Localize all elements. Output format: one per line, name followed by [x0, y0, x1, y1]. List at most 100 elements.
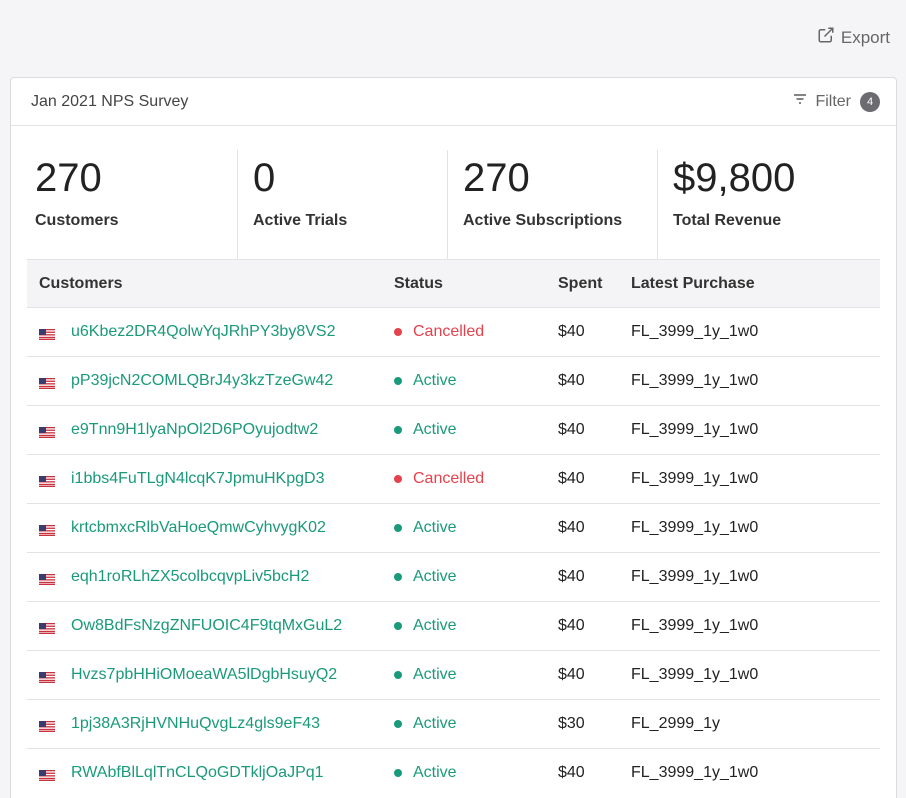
stat-active-subscriptions: 270 Active Subscriptions: [447, 150, 657, 259]
status-label: Active: [413, 715, 457, 732]
table-row[interactable]: 1pj38A3RjHVNHuQvgLz4gls9eF43 Active $30 FL_…: [27, 699, 880, 748]
status-cell: Cancelled: [394, 323, 558, 341]
latest-purchase-cell: FL_3999_1y_1w0: [631, 764, 759, 781]
latest-purchase-cell: FL_2999_1y: [631, 715, 720, 732]
stat-value: 270: [463, 156, 530, 200]
table-row[interactable]: i1bbs4FuTLgN4lcqK7JpmuHKpgD3 Cancelled $40…: [27, 454, 880, 503]
stat-value: $9,800: [673, 156, 796, 200]
table-row[interactable]: Ow8BdFsNzgZNFUOIC4F9tqMxGuL2 Active $40 FL_…: [27, 601, 880, 650]
column-header-latest-purchase[interactable]: Latest Purchase: [631, 275, 880, 293]
stat-label: Active Subscriptions: [463, 212, 623, 229]
customer-cell: RWAbfBlLqlTnCLQoGDTkljOaJPq1: [27, 764, 394, 782]
customer-id-link[interactable]: Hvzs7pbHHiOMoeaWA5lDgbHsuyQ2: [71, 666, 337, 684]
table-row[interactable]: e9Tnn9H1lyaNpOl2D6POyujodtw2 Active $40 FL_…: [27, 405, 880, 454]
status-cell: Active: [394, 372, 558, 390]
status-label: Active: [413, 519, 457, 536]
status-dot-icon: [394, 524, 402, 532]
customer-cell: eqh1roRLhZX5colbcqvpLiv5bcH2: [27, 568, 394, 586]
status-label: Active: [413, 617, 457, 634]
status-dot-icon: [394, 720, 402, 728]
filter-button[interactable]: Filter 4: [792, 91, 880, 112]
spent-cell: $40: [558, 617, 585, 634]
table-row[interactable]: Hvzs7pbHHiOMoeaWA5lDgbHsuyQ2 Active $40 FL_…: [27, 650, 880, 699]
stat-active-trials: 0 Active Trials: [237, 150, 447, 259]
status-cell: Active: [394, 519, 558, 537]
stat-label: Customers: [35, 212, 119, 229]
customer-id-link[interactable]: pP39jcN2COMLQBrJ4y3kzTzeGw42: [71, 372, 333, 390]
stat-customers: 270 Customers: [27, 150, 237, 259]
table-row[interactable]: RWAbfBlLqlTnCLQoGDTkljOaJPq1 Active $40 FL_…: [27, 748, 880, 797]
us-flag-icon: [39, 719, 55, 732]
latest-purchase-cell: FL_3999_1y_1w0: [631, 519, 759, 536]
spent-cell: $40: [558, 323, 585, 340]
stat-value: 270: [35, 156, 102, 200]
us-flag-icon: [39, 474, 55, 487]
customer-id-link[interactable]: e9Tnn9H1lyaNpOl2D6POyujodtw2: [71, 421, 318, 439]
export-button[interactable]: Export: [817, 26, 890, 49]
survey-card: Jan 2021 NPS Survey Filter 4 270 Custome…: [10, 77, 897, 798]
status-dot-icon: [394, 671, 402, 679]
status-dot-icon: [394, 769, 402, 777]
table-row[interactable]: pP39jcN2COMLQBrJ4y3kzTzeGw42 Active $40 FL_…: [27, 356, 880, 405]
status-label: Cancelled: [413, 470, 485, 487]
status-dot-icon: [394, 573, 402, 581]
customer-cell: Ow8BdFsNzgZNFUOIC4F9tqMxGuL2: [27, 617, 394, 635]
latest-purchase-cell: FL_3999_1y_1w0: [631, 470, 759, 487]
filter-label: Filter: [815, 92, 851, 110]
status-dot-icon: [394, 622, 402, 630]
status-label: Active: [413, 421, 457, 438]
stat-total-revenue: $9,800 Total Revenue: [657, 150, 867, 259]
spent-cell: $40: [558, 568, 585, 585]
status-dot-icon: [394, 426, 402, 434]
filter-count-badge: 4: [860, 91, 880, 112]
latest-purchase-cell: FL_3999_1y_1w0: [631, 666, 759, 683]
stat-label: Total Revenue: [673, 212, 782, 229]
column-header-customers[interactable]: Customers: [27, 275, 394, 293]
customer-id-link[interactable]: RWAbfBlLqlTnCLQoGDTkljOaJPq1: [71, 764, 324, 782]
spent-cell: $40: [558, 764, 585, 781]
status-dot-icon: [394, 475, 402, 483]
latest-purchase-cell: FL_3999_1y_1w0: [631, 372, 759, 389]
status-cell: Active: [394, 421, 558, 439]
stat-value: 0: [253, 156, 276, 200]
us-flag-icon: [39, 621, 55, 634]
customer-id-link[interactable]: i1bbs4FuTLgN4lcqK7JpmuHKpgD3: [71, 470, 324, 488]
export-label: Export: [840, 27, 890, 47]
customer-id-link[interactable]: Ow8BdFsNzgZNFUOIC4F9tqMxGuL2: [71, 617, 342, 635]
column-header-status[interactable]: Status: [394, 275, 558, 293]
status-label: Active: [413, 568, 457, 585]
column-header-spent[interactable]: Spent: [558, 275, 631, 293]
status-cell: Active: [394, 715, 558, 733]
external-link-icon: [817, 26, 835, 49]
status-label: Active: [413, 666, 457, 683]
customer-cell: i1bbs4FuTLgN4lcqK7JpmuHKpgD3: [27, 470, 394, 488]
customer-cell: u6Kbez2DR4QolwYqJRhPY3by8VS2: [27, 323, 394, 341]
status-dot-icon: [394, 377, 402, 385]
us-flag-icon: [39, 768, 55, 781]
us-flag-icon: [39, 572, 55, 585]
customer-id-link[interactable]: eqh1roRLhZX5colbcqvpLiv5bcH2: [71, 568, 309, 586]
status-label: Active: [413, 764, 457, 781]
table-row[interactable]: eqh1roRLhZX5colbcqvpLiv5bcH2 Active $40 FL_…: [27, 552, 880, 601]
card-header: Jan 2021 NPS Survey Filter 4: [11, 78, 896, 126]
filter-icon: [792, 91, 808, 112]
table-row[interactable]: krtcbmxcRlbVaHoeQmwCyhvygK02 Active $40 FL_…: [27, 503, 880, 552]
stat-label: Active Trials: [253, 212, 348, 229]
card-title: Jan 2021 NPS Survey: [31, 92, 189, 110]
latest-purchase-cell: FL_3999_1y_1w0: [631, 421, 759, 438]
customer-cell: Hvzs7pbHHiOMoeaWA5lDgbHsuyQ2: [27, 666, 394, 684]
us-flag-icon: [39, 523, 55, 536]
customer-id-link[interactable]: u6Kbez2DR4QolwYqJRhPY3by8VS2: [71, 323, 335, 341]
status-cell: Active: [394, 764, 558, 782]
us-flag-icon: [39, 327, 55, 340]
status-cell: Active: [394, 568, 558, 586]
us-flag-icon: [39, 670, 55, 683]
stats-row: 270 Customers 0 Active Trials 270 Active…: [11, 126, 896, 259]
customer-id-link[interactable]: krtcbmxcRlbVaHoeQmwCyhvygK02: [71, 519, 326, 537]
table-body: u6Kbez2DR4QolwYqJRhPY3by8VS2 Cancelled $40…: [27, 307, 880, 797]
table-row[interactable]: u6Kbez2DR4QolwYqJRhPY3by8VS2 Cancelled $40…: [27, 307, 880, 356]
customer-id-link[interactable]: 1pj38A3RjHVNHuQvgLz4gls9eF43: [71, 715, 320, 733]
spent-cell: $40: [558, 470, 585, 487]
status-cell: Cancelled: [394, 470, 558, 488]
customers-table: Customers Status Spent Latest Purchase u…: [27, 259, 880, 797]
